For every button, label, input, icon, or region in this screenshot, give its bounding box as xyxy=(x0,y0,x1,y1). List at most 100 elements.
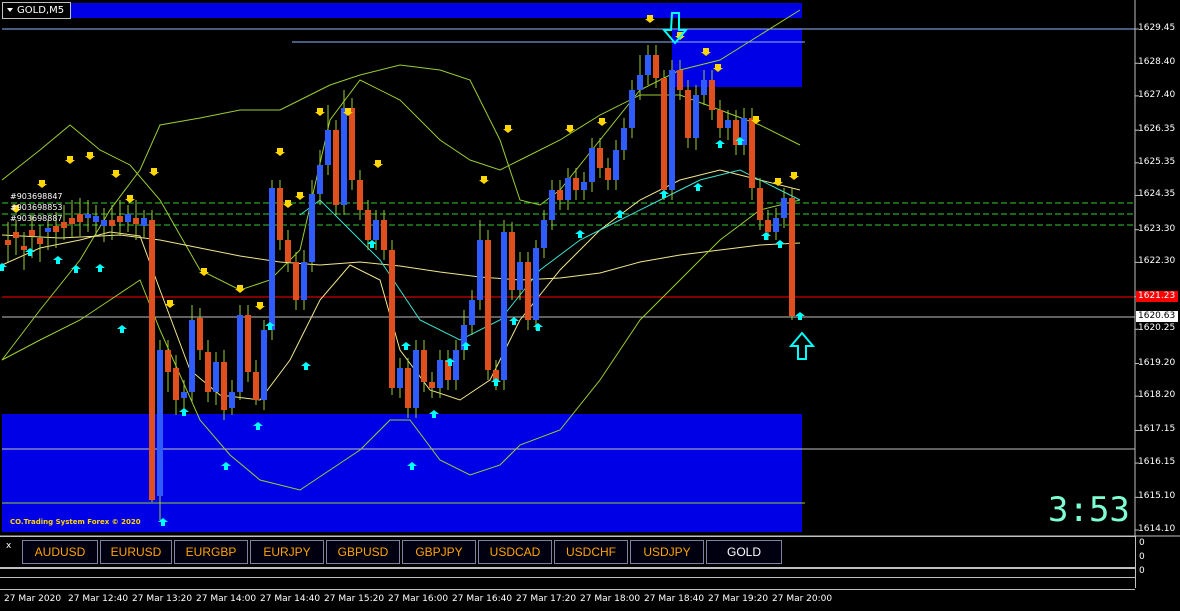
time-axis-label: 27 Mar 15:20 xyxy=(324,594,385,604)
time-axis-label: 27 Mar 13:20 xyxy=(132,594,193,604)
copyright-label: CO.Trading System Forex © 2020 xyxy=(10,518,141,526)
symbol-button-audusd[interactable]: AUDUSD xyxy=(22,540,98,564)
candle-body xyxy=(221,362,227,410)
price-axis-label: 1629.45 xyxy=(1138,23,1176,33)
candle-body xyxy=(517,262,523,290)
candle-body xyxy=(93,216,99,222)
last-price-tag: 1620.63 xyxy=(1136,311,1178,322)
buy-arrow-icon xyxy=(509,317,519,325)
candle-body xyxy=(13,232,19,238)
fast-ma xyxy=(1,169,801,401)
candle-body xyxy=(477,240,483,300)
buy-arrow-icon xyxy=(615,210,625,218)
candle-body xyxy=(229,392,235,408)
price-axis-label: 1618.20 xyxy=(1138,390,1176,401)
candle-body xyxy=(341,108,347,205)
sell-arrow-icon xyxy=(315,108,325,116)
symbol-button-eurjpy[interactable]: EURJPY xyxy=(250,540,324,564)
candle-body xyxy=(301,262,307,300)
order-ticket-label: #903698887 xyxy=(10,214,63,223)
candle-body xyxy=(37,238,43,244)
buy-arrow-icon xyxy=(401,342,411,350)
divider xyxy=(0,577,1135,578)
candle-body xyxy=(397,368,403,388)
time-axis-label: 27 Mar 16:40 xyxy=(452,594,513,604)
candle-body xyxy=(141,218,147,226)
candle-body xyxy=(773,218,779,232)
sell-arrow-icon xyxy=(149,168,159,176)
candle-body xyxy=(765,220,771,232)
sell-arrow-icon xyxy=(479,176,489,184)
candle-countdown: 3:53 xyxy=(1048,490,1130,530)
symbol-button-usdchf[interactable]: USDCHF xyxy=(554,540,628,564)
demand-zone xyxy=(2,414,802,532)
candle-body xyxy=(389,250,395,388)
candle-body xyxy=(213,362,219,392)
candle-body xyxy=(637,75,643,90)
candle-body xyxy=(237,315,243,392)
candle-body xyxy=(253,372,259,400)
dropdown-icon[interactable] xyxy=(7,8,13,12)
buy-arrow-icon xyxy=(533,323,543,331)
candle-body xyxy=(85,214,91,218)
sell-arrow-icon xyxy=(255,302,265,310)
candle-body xyxy=(645,55,651,75)
candle-body xyxy=(437,360,443,388)
price-axis-label: 1614.10 xyxy=(1138,524,1176,534)
candle-body xyxy=(653,55,659,78)
price-axis-label: 1626.35 xyxy=(1138,124,1176,135)
close-icon[interactable]: x xyxy=(6,541,11,551)
candle-body xyxy=(405,368,411,408)
symbol-button-gbpjpy[interactable]: GBPJPY xyxy=(402,540,476,564)
slow-ma xyxy=(1,234,801,281)
sell-arrow-icon xyxy=(111,170,121,178)
symbol-bar: x AUDUSD EURUSD EURGBP EURJPY GBPUSD GBPJPY US… xyxy=(0,536,1135,568)
symbol-button-gold[interactable]: GOLD xyxy=(706,540,782,564)
candle-body xyxy=(53,226,59,232)
candle-body xyxy=(469,300,475,325)
candle-body xyxy=(261,330,267,400)
candle-body xyxy=(101,220,107,226)
candle-body xyxy=(181,392,187,398)
price-axis-label: 1617.15 xyxy=(1138,424,1176,435)
candle-body xyxy=(581,182,587,190)
candle-body xyxy=(677,70,683,90)
price-axis-label: 1625.35 xyxy=(1138,156,1176,167)
candle-body xyxy=(365,210,371,240)
symbol-button-eurusd[interactable]: EURUSD xyxy=(100,540,172,564)
sell-arrow-icon xyxy=(199,268,209,276)
sell-arrow-icon xyxy=(37,180,47,188)
sell-arrow-icon xyxy=(85,152,95,160)
price-axis-label: 1620.25 xyxy=(1138,323,1176,334)
buy-arrow-icon xyxy=(301,362,311,370)
time-axis-label: 27 Mar 18:40 xyxy=(644,594,705,604)
price-axis-label: 1628.40 xyxy=(1138,57,1176,68)
candle-body xyxy=(349,108,355,180)
price-axis-label: 1624.35 xyxy=(1138,189,1176,200)
order-ticket-label: #903698847 xyxy=(10,192,63,201)
price-axis-label: 1615.10 xyxy=(1138,491,1176,502)
candle-body xyxy=(781,198,787,218)
candle-body xyxy=(573,178,579,190)
price-axis-label: 1627.40 xyxy=(1138,89,1176,100)
symbol-button-usdcad[interactable]: USDCAD xyxy=(478,540,552,564)
chart-symbol-tab[interactable]: GOLD,M5 xyxy=(2,2,72,19)
candle-body xyxy=(133,218,139,224)
symbol-button-eurgbp[interactable]: EURGBP xyxy=(174,540,248,564)
symbol-button-usdjpy[interactable]: USDJPY xyxy=(630,540,704,564)
candle-body xyxy=(501,232,507,380)
buy-arrow-icon xyxy=(575,230,585,238)
time-axis-label: 27 Mar 20:00 xyxy=(772,594,833,604)
sell-arrow-icon xyxy=(295,192,305,200)
candle-body xyxy=(613,150,619,180)
candle-body xyxy=(373,220,379,240)
buy-arrow-icon xyxy=(0,263,7,271)
time-axis-label: 27 Mar 2020 xyxy=(4,594,62,604)
time-axis-label: 27 Mar 17:20 xyxy=(516,594,577,604)
symbol-button-gbpusd[interactable]: GBPUSD xyxy=(326,540,400,564)
candle-body xyxy=(533,248,539,320)
candle-body xyxy=(605,168,611,180)
price-axis-label: 1622.30 xyxy=(1138,256,1176,267)
price-chart[interactable] xyxy=(0,0,1180,611)
candle-body xyxy=(693,95,699,138)
